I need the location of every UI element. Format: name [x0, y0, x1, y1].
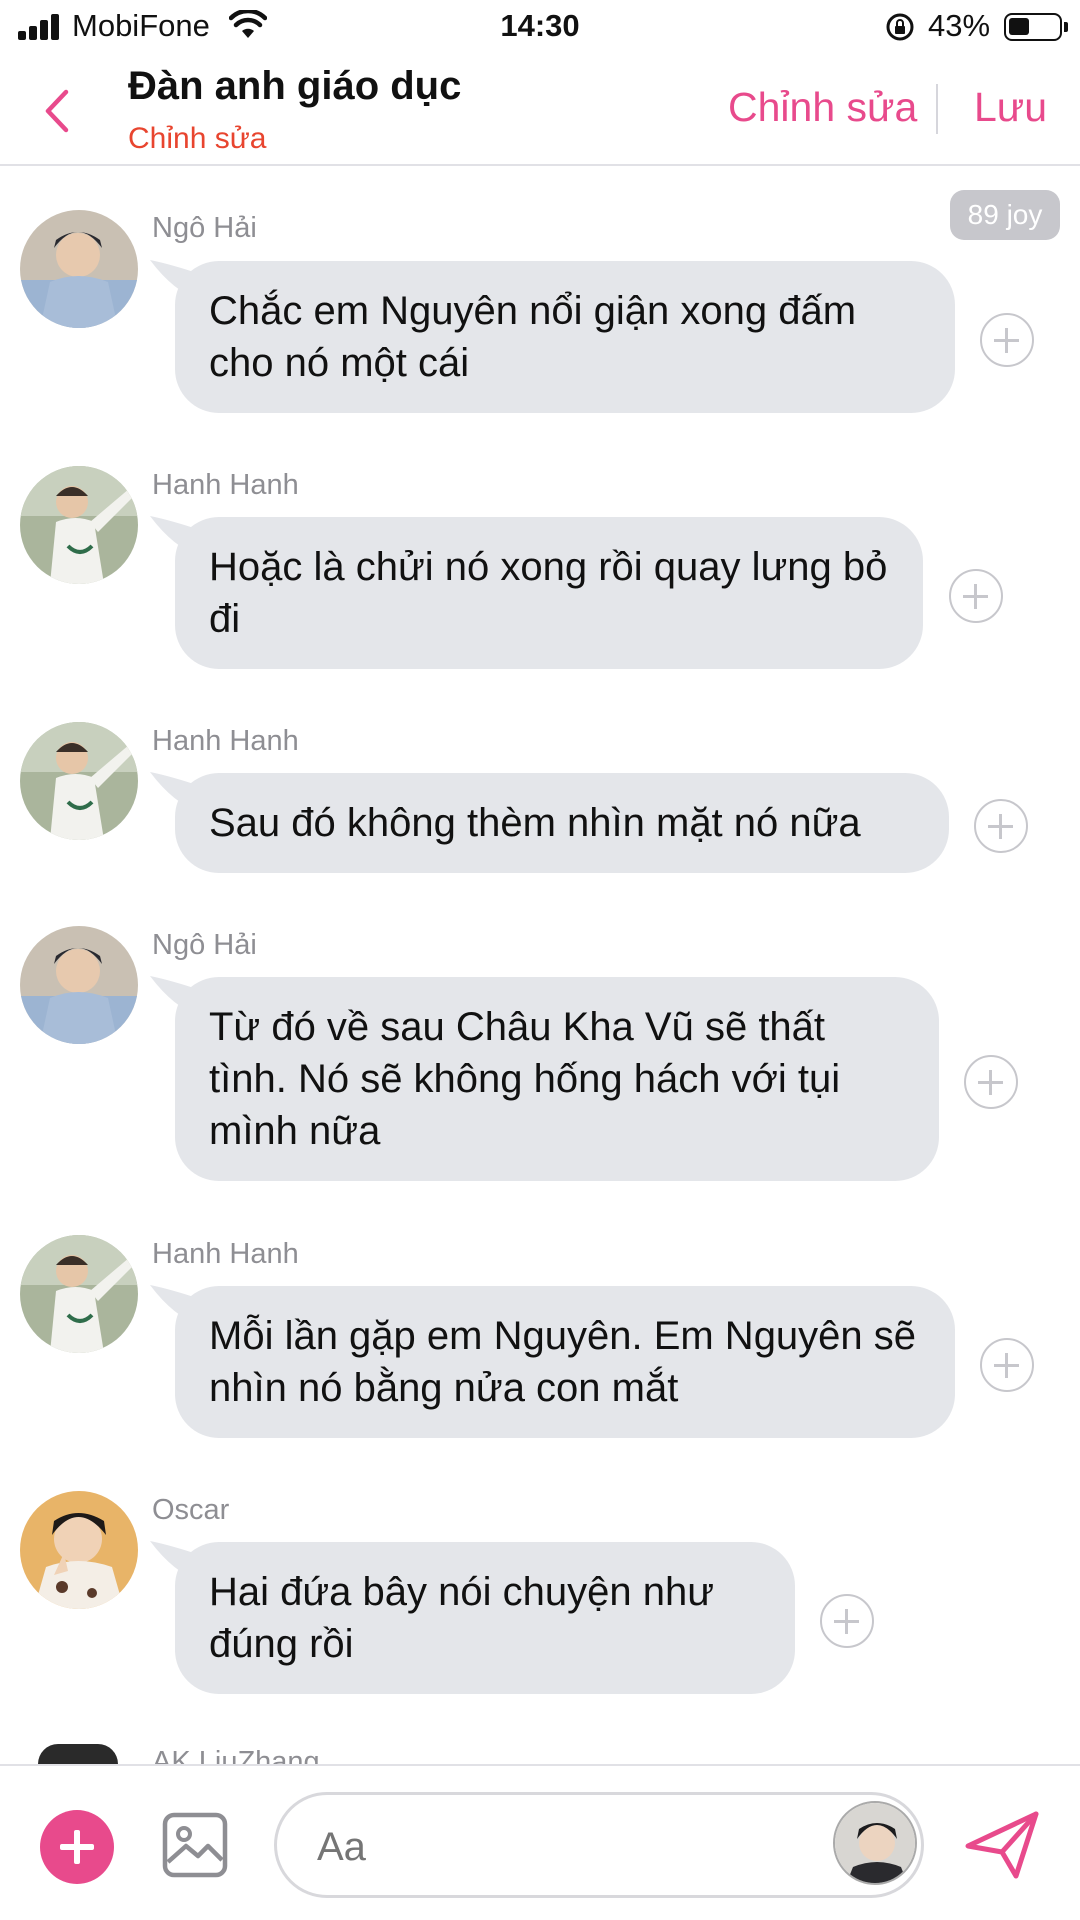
battery-percent: 43% — [928, 8, 991, 43]
status-time: 14:30 — [500, 8, 580, 43]
edit-button[interactable]: Chỉnh sửa — [728, 84, 917, 131]
message-composer — [0, 1764, 1080, 1920]
message-bubble[interactable]: Hai đứa bây nói chuyện như đúng rồi — [175, 1542, 795, 1694]
message-bubble[interactable]: Mỗi lần gặp em Nguyên. Em Nguyên sẽ nhìn… — [175, 1286, 955, 1438]
avatar[interactable] — [833, 1801, 917, 1885]
joy-badge: 89 joy — [950, 190, 1060, 240]
status-bar: MobiFone 14:30 43% — [0, 0, 1080, 54]
back-chevron-icon[interactable] — [36, 84, 76, 138]
message-bubble[interactable]: Hoặc là chửi nó xong rồi quay lưng bỏ đi — [175, 517, 923, 669]
avatar[interactable] — [20, 466, 138, 584]
avatar[interactable] — [20, 1235, 138, 1353]
battery-icon — [1004, 13, 1062, 41]
add-reaction-button[interactable] — [980, 1338, 1034, 1392]
sender-name: Hanh Hanh — [152, 725, 299, 757]
sender-name: Hanh Hanh — [152, 1238, 299, 1270]
sender-name: Oscar — [152, 1494, 230, 1526]
message-bubble[interactable]: Từ đó về sau Châu Kha Vũ sẽ thất tình. N… — [175, 977, 939, 1181]
sender-name: Ngô Hải — [152, 929, 257, 961]
add-button[interactable] — [40, 1810, 114, 1884]
save-button[interactable]: Lưu — [974, 84, 1047, 131]
add-reaction-button[interactable] — [980, 313, 1034, 367]
sender-name: Hanh Hanh — [152, 469, 299, 501]
message-input[interactable] — [317, 1825, 737, 1870]
add-reaction-button[interactable] — [949, 569, 1003, 623]
avatar[interactable] — [20, 1491, 138, 1609]
message-bubble[interactable]: Chắc em Nguyên nổi giận xong đấm cho nó … — [175, 261, 955, 413]
message-bubble[interactable]: Sau đó không thèm nhìn mặt nó nữa — [175, 773, 949, 873]
sender-name: AK LiuZhang — [152, 1746, 320, 1764]
avatar[interactable] — [20, 210, 138, 328]
header-divider — [936, 84, 938, 134]
avatar[interactable] — [20, 722, 138, 840]
page-title: Đàn anh giáo dục — [128, 64, 462, 108]
avatar[interactable] — [38, 1744, 118, 1764]
add-reaction-button[interactable] — [820, 1594, 874, 1648]
sender-name: Ngô Hải — [152, 212, 257, 244]
image-icon[interactable] — [162, 1812, 228, 1878]
add-reaction-button[interactable] — [974, 799, 1028, 853]
send-icon[interactable] — [964, 1810, 1040, 1880]
page-subtitle[interactable]: Chỉnh sửa — [128, 122, 267, 156]
chat-header: Đàn anh giáo dục Chỉnh sửa Chỉnh sửa Lưu — [0, 54, 1080, 166]
orientation-lock-icon — [886, 13, 914, 41]
avatar[interactable] — [20, 926, 138, 1044]
add-reaction-button[interactable] — [964, 1055, 1018, 1109]
message-input-box[interactable] — [274, 1792, 924, 1898]
